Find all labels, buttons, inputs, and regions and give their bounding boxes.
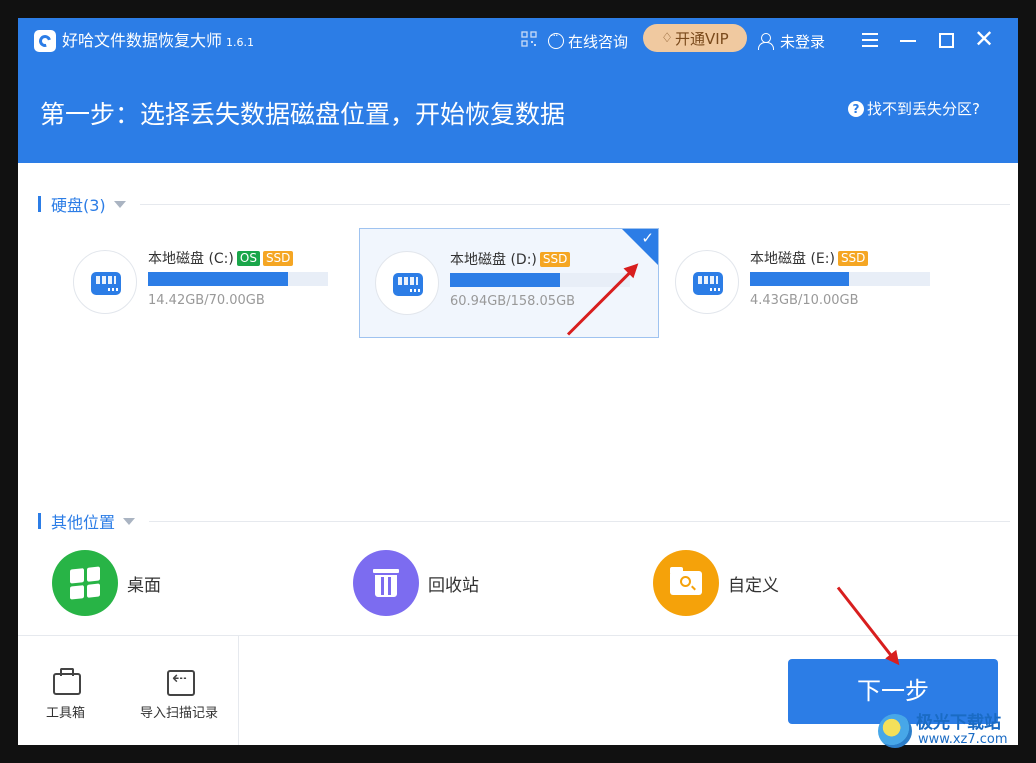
ssd-tag: SSD <box>539 251 571 267</box>
checkmark-icon: ✓ <box>641 229 654 247</box>
minimize-icon[interactable] <box>896 28 920 52</box>
disk-card-d[interactable]: 本地磁盘 (D:) SSD 60.94GB/158.05GB ✓ <box>359 228 659 338</box>
toolbox-label: 工具箱 <box>46 706 86 721</box>
app-logo-icon <box>34 30 56 52</box>
disk-usage-fill <box>750 272 849 286</box>
qr-code-icon[interactable] <box>521 31 537 47</box>
vip-button[interactable]: ♢ 开通VIP <box>643 24 747 52</box>
app-title: 好哈文件数据恢复大师 1.6.1 <box>62 30 254 54</box>
import-folder-icon <box>164 666 195 696</box>
watermark-text: 极光下载站 <box>916 713 1001 733</box>
hard-drive-icon <box>375 251 439 315</box>
other-section-title: 其他位置 <box>51 513 116 532</box>
disk-card-e[interactable]: 本地磁盘 (E:) SSD 4.43GB/10.00GB <box>660 228 960 338</box>
disk-card-c[interactable]: 本地磁盘 (C:) OS SSD 14.42GB/70.00GB <box>58 228 358 338</box>
app-version: 1.6.1 <box>226 36 255 49</box>
disk-name: 本地磁盘 (E:) SSD <box>750 248 869 268</box>
disk-section-header[interactable]: 硬盘(3) <box>38 192 1010 216</box>
watermark: 极光下载站 www.xz7.com <box>878 706 1028 754</box>
caret-down-icon[interactable] <box>113 200 126 208</box>
disk-name: 本地磁盘 (C:) OS SSD <box>148 248 294 268</box>
windows-desktop-icon <box>52 550 118 616</box>
disk-name-label: 本地磁盘 (D:) <box>450 252 537 268</box>
location-custom[interactable]: 自定义 <box>653 550 779 616</box>
question-icon: ? <box>848 100 864 117</box>
section-divider <box>139 203 1010 205</box>
disk-name-label: 本地磁盘 (E:) <box>750 251 835 267</box>
ssd-tag: SSD <box>262 250 294 266</box>
disk-section-title: 硬盘(3) <box>51 196 106 215</box>
disk-size-label: 60.94GB/158.05GB <box>450 294 576 309</box>
watermark-url: www.xz7.com <box>918 732 1008 747</box>
menu-icon[interactable] <box>858 28 882 52</box>
section-accent-bar <box>38 513 41 529</box>
disk-usage-bar <box>750 272 930 286</box>
section-accent-bar <box>38 196 41 212</box>
disk-name-label: 本地磁盘 (C:) <box>148 251 234 267</box>
vip-label: 开通VIP <box>674 29 729 48</box>
diamond-icon: ♢ <box>661 30 673 46</box>
step-title: 第一步：选择丢失数据磁盘位置，开始恢复数据 <box>40 100 566 129</box>
location-recycle-bin[interactable]: 回收站 <box>353 550 479 616</box>
disk-size-label: 14.42GB/70.00GB <box>148 293 265 308</box>
section-divider <box>149 520 1010 522</box>
footer-bar: 工具箱 导入扫描记录 下一步 <box>18 635 1018 745</box>
disk-usage-bar <box>148 272 328 286</box>
toolbox-icon <box>51 666 81 695</box>
location-desktop[interactable]: 桌面 <box>52 550 161 616</box>
import-label: 导入扫描记录 <box>140 706 219 721</box>
hard-drive-icon <box>675 250 739 314</box>
caret-down-icon[interactable] <box>123 517 136 525</box>
ssd-tag: SSD <box>837 250 869 266</box>
user-icon <box>758 33 774 50</box>
online-consult-label: 在线咨询 <box>568 32 629 51</box>
other-locations-header[interactable]: 其他位置 <box>38 509 1010 533</box>
header: 好哈文件数据恢复大师1.6.1 在线咨询 ♢ 开通VIP 未登录 ✕ 第一步：选… <box>18 18 1018 163</box>
missing-partition-help-link[interactable]: ? 找不到丢失分区? <box>848 98 980 119</box>
folder-search-icon <box>653 550 719 616</box>
watermark-logo-icon <box>878 714 912 748</box>
toolbox-button[interactable]: 工具箱 <box>46 666 85 721</box>
app-name: 好哈文件数据恢复大师 <box>62 31 223 50</box>
location-label: 桌面 <box>127 575 161 596</box>
help-label: 找不到丢失分区? <box>867 100 980 118</box>
import-scan-record-button[interactable]: 导入扫描记录 <box>140 666 218 721</box>
online-consult-button[interactable]: 在线咨询 <box>548 28 628 54</box>
close-icon[interactable]: ✕ <box>972 27 996 52</box>
disk-usage-fill <box>450 273 560 287</box>
footer-divider <box>238 636 239 745</box>
recycle-bin-icon <box>353 550 419 616</box>
disk-name: 本地磁盘 (D:) SSD <box>450 249 571 269</box>
location-label: 回收站 <box>428 575 479 596</box>
login-label: 未登录 <box>780 32 826 51</box>
login-button[interactable]: 未登录 <box>758 28 825 54</box>
disk-usage-fill <box>148 272 289 286</box>
disk-usage-bar <box>450 273 630 287</box>
disk-size-label: 4.43GB/10.00GB <box>750 293 859 308</box>
os-tag: OS <box>236 250 260 266</box>
chat-bubble-icon <box>548 29 564 49</box>
hard-drive-icon <box>73 250 137 314</box>
app-window: 好哈文件数据恢复大师1.6.1 在线咨询 ♢ 开通VIP 未登录 ✕ 第一步：选… <box>18 18 1018 745</box>
location-label: 自定义 <box>728 575 779 596</box>
maximize-icon[interactable] <box>934 28 958 52</box>
